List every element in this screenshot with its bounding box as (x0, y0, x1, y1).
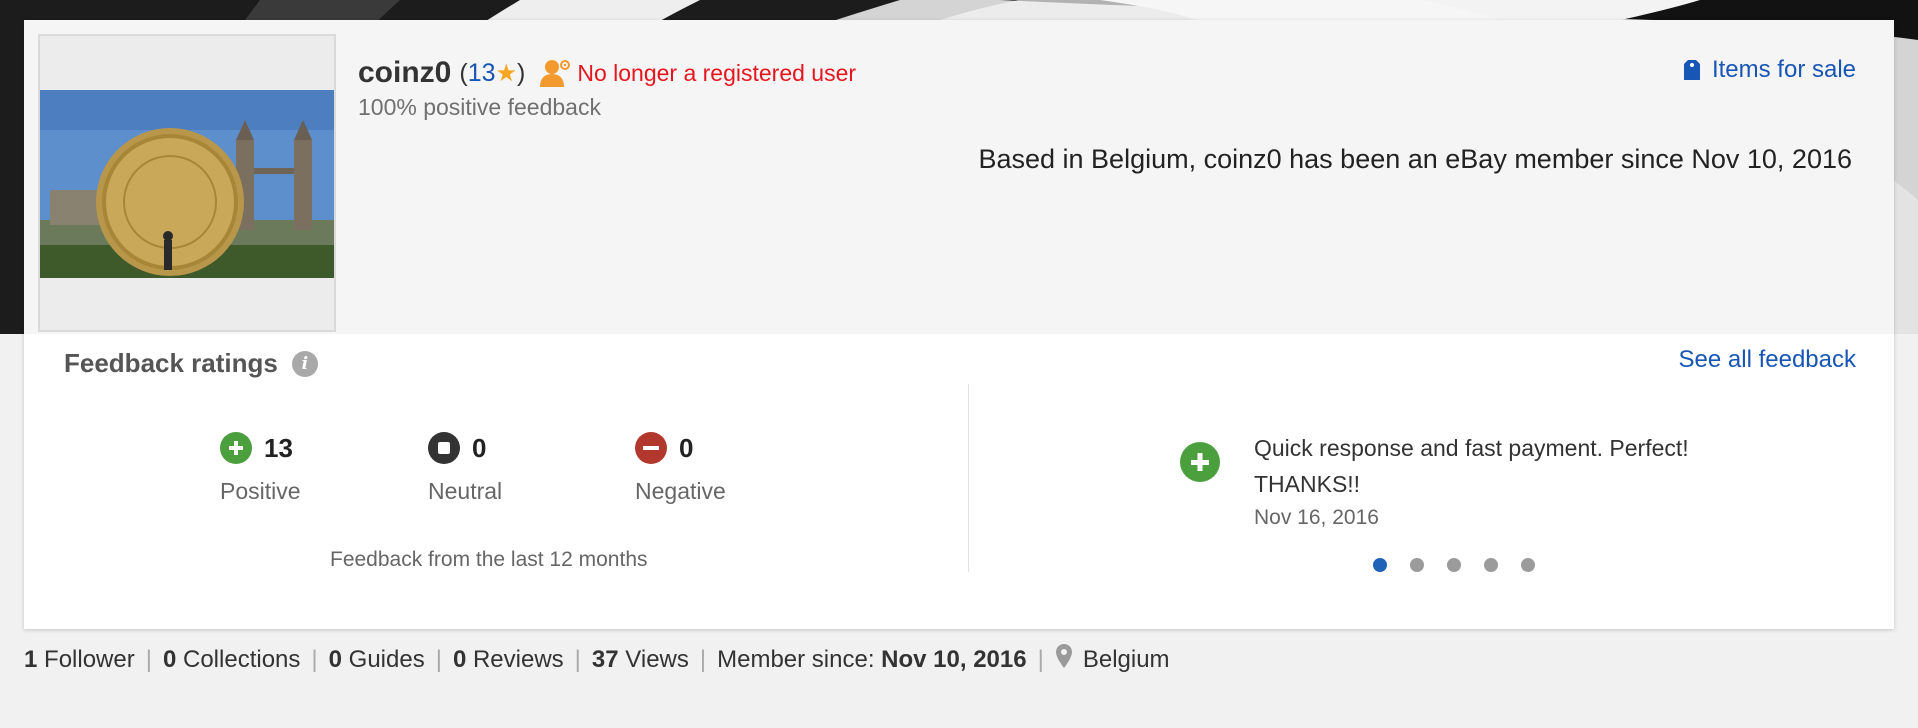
star-icon: ★ (495, 59, 518, 87)
collections-count: 0 (162, 645, 177, 673)
separator: | (574, 645, 581, 673)
items-for-sale-label: Items for sale (1711, 56, 1856, 83)
member-since-label: Member since: (717, 645, 875, 673)
collections-stat[interactable]: 0 Collections (163, 646, 300, 674)
recent-feedback-date: Nov 16, 2016 (1254, 506, 1379, 529)
feedback-score-number: 13 (467, 58, 496, 87)
user-status-text: No longer a registered user (577, 59, 857, 86)
carousel-dot[interactable] (1521, 558, 1535, 572)
avatar-image (40, 90, 334, 278)
rating-negative[interactable]: 0 Negative (635, 432, 726, 505)
recent-feedback-comment: Quick response and fast payment. Perfect… (1254, 435, 1689, 497)
minus-icon (635, 432, 667, 464)
user-line: coinz0 (13★) No longer a registered user (358, 56, 856, 90)
profile-stats-bar: 1 Follower | 0 Collections | 0 Guides | … (24, 643, 1170, 676)
positive-feedback-percent: 100% positive feedback (358, 94, 601, 120)
views-stat: 37 Views (592, 646, 689, 674)
feedback-period: Feedback from the last 12 months (330, 548, 648, 571)
tag-icon (1683, 60, 1700, 80)
separator: | (435, 645, 442, 673)
followers-stat[interactable]: 1 Follower (24, 646, 135, 674)
separator: | (145, 645, 152, 673)
separator: | (699, 645, 707, 673)
plus-icon (1180, 442, 1220, 482)
user-status-icon (539, 57, 571, 89)
followers-label: Follower (44, 645, 135, 673)
separator: | (311, 645, 318, 673)
score-open-paren: ( (459, 58, 468, 87)
collections-label: Collections (183, 645, 301, 673)
score-close-paren: ) (517, 58, 526, 87)
neutral-label: Neutral (428, 478, 503, 504)
carousel-dot[interactable] (1373, 558, 1387, 572)
neutral-count: 0 (472, 432, 487, 463)
negative-label: Negative (635, 478, 726, 504)
neutral-icon (428, 432, 460, 464)
rating-positive[interactable]: 13 Positive (220, 432, 301, 505)
guides-label: Guides (348, 645, 425, 673)
member-since-stat: Member since: Nov 10, 2016 (717, 646, 1027, 674)
info-icon[interactable]: i (291, 350, 318, 377)
feedback-ratings-title: Feedback ratings (64, 348, 278, 378)
positive-count: 13 (264, 432, 293, 463)
profile-card: coinz0 (13★) No longer a registered user… (24, 20, 1894, 629)
views-label: Views (625, 645, 689, 673)
items-for-sale-link[interactable]: Items for sale (1682, 56, 1856, 84)
feedback-ratings-heading: Feedback ratings i (64, 348, 318, 379)
username[interactable]: coinz0 (358, 56, 451, 90)
location-pin-icon (1055, 643, 1073, 676)
section-divider (968, 384, 969, 572)
guides-stat[interactable]: 0 Guides (329, 646, 425, 674)
feedback-score[interactable]: (13★) (459, 59, 525, 88)
carousel-dot[interactable] (1484, 558, 1498, 572)
negative-count: 0 (679, 432, 694, 463)
carousel-dot[interactable] (1447, 558, 1461, 572)
see-all-feedback-link[interactable]: See all feedback (1679, 346, 1856, 374)
followers-count: 1 (24, 645, 38, 673)
reviews-count: 0 (452, 645, 467, 673)
feedback-carousel-dots (1373, 558, 1558, 572)
views-count: 37 (591, 645, 619, 673)
carousel-dot[interactable] (1410, 558, 1424, 572)
member-since-date: Nov 10, 2016 (881, 645, 1027, 673)
plus-icon (220, 432, 252, 464)
reviews-stat[interactable]: 0 Reviews (453, 646, 564, 674)
member-description: Based in Belgium, coinz0 has been an eBa… (978, 144, 1852, 174)
reviews-label: Reviews (472, 645, 564, 673)
avatar[interactable] (38, 34, 336, 332)
guides-count: 0 (328, 645, 342, 673)
separator: | (1037, 645, 1044, 673)
location-text: Belgium (1082, 645, 1170, 673)
positive-label: Positive (220, 478, 301, 504)
rating-neutral[interactable]: 0 Neutral (428, 432, 502, 505)
